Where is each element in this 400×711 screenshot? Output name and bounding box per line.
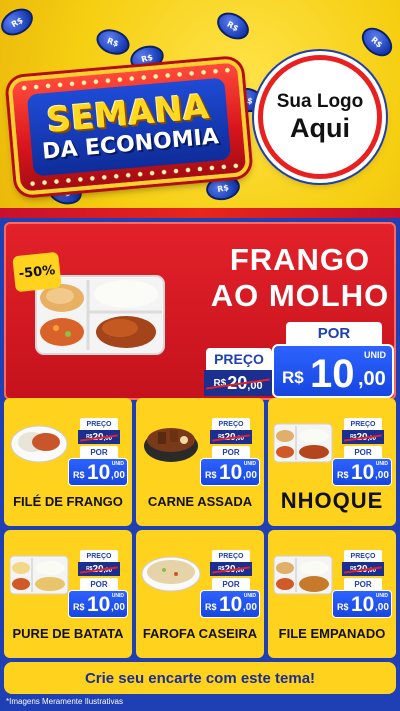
logo-text-line2: Aqui bbox=[290, 113, 350, 143]
product-card[interactable]: PREÇOR$20,00 POR R$10,00 UNID NHOQUE bbox=[268, 398, 396, 526]
product-card[interactable]: PREÇOR$20,00 POR R$10,00 UNID FAROFA CASEIRA bbox=[136, 530, 264, 658]
cta-button[interactable]: Crie seu encarte com este tema! bbox=[4, 662, 396, 694]
preco-label: PREÇO bbox=[206, 348, 272, 370]
new-price-currency: R$ bbox=[205, 602, 217, 612]
title-panel: SEMANA DA ECONOMIA bbox=[26, 77, 232, 177]
unit-label: UNID bbox=[375, 461, 388, 467]
discount-badge: -50% bbox=[12, 251, 62, 293]
coin-icon: R$ bbox=[356, 21, 398, 63]
new-price: R$ 10,00 UNID bbox=[332, 458, 392, 486]
title-marquee: SEMANA DA ECONOMIA bbox=[7, 58, 251, 196]
new-price-decimal: ,00 bbox=[375, 602, 389, 613]
new-price-currency: R$ bbox=[337, 470, 349, 480]
por-label: POR bbox=[80, 578, 118, 590]
new-price-currency: R$ bbox=[282, 368, 304, 387]
new-price-integer: 10 bbox=[351, 461, 375, 484]
unit-label: UNID bbox=[111, 593, 124, 599]
new-price-currency: R$ bbox=[337, 602, 349, 612]
logo-text-line1: Sua Logo bbox=[276, 91, 364, 112]
coin-icon: R$ bbox=[212, 7, 254, 45]
product-card[interactable]: PREÇOR$20,00 POR R$10,00 UNID FILÉ DE FRANGO bbox=[4, 398, 132, 526]
new-price: R$ 10,00 UNID bbox=[68, 590, 128, 618]
por-label: POR bbox=[212, 446, 250, 458]
product-card[interactable]: PREÇOR$20,00 POR R$10,00 UNID CARNE ASSADA bbox=[136, 398, 264, 526]
new-price-integer: 10 bbox=[87, 461, 111, 484]
new-price-decimal: ,00 bbox=[111, 470, 125, 481]
preco-label: PREÇO bbox=[344, 550, 382, 562]
preco-label: PREÇO bbox=[80, 418, 118, 430]
new-price-integer: 10 bbox=[310, 352, 355, 396]
product-name: CARNE ASSADA bbox=[147, 494, 253, 509]
old-price: R$20,00 bbox=[342, 562, 384, 576]
new-price-decimal: ,00 bbox=[243, 470, 257, 481]
food-image-icon bbox=[141, 556, 201, 592]
featured-name-line2: AO MOLHO bbox=[210, 278, 390, 313]
unit-label: UNID bbox=[375, 593, 388, 599]
food-image-icon bbox=[144, 428, 198, 462]
old-price: R$ 20 ,00 bbox=[204, 370, 272, 396]
new-price-integer: 10 bbox=[219, 461, 243, 484]
new-price-currency: R$ bbox=[205, 470, 217, 480]
disclaimer: *Imagens Meramente Ilustrativas bbox=[6, 697, 123, 706]
product-name: FILÉ DE FRANGO bbox=[13, 494, 123, 509]
old-price: R$20,00 bbox=[78, 562, 120, 576]
unit-label: UNID bbox=[243, 461, 256, 467]
new-price: R$ 10,00 UNID bbox=[332, 590, 392, 618]
food-image-icon bbox=[273, 423, 333, 463]
product-name: PURE DE BATATA bbox=[12, 626, 124, 641]
old-price: R$20,00 bbox=[210, 430, 252, 444]
featured-product-name: FRANGO AO MOLHO bbox=[202, 242, 398, 314]
new-price-decimal: ,00 bbox=[358, 368, 386, 390]
new-price: R$ 10 ,00 UNID bbox=[272, 344, 394, 398]
featured-name-line1: FRANGO bbox=[229, 242, 371, 277]
offers-section: -50% FRANGO AO MOLHO POR PREÇO R$ 20 ,00 bbox=[0, 208, 400, 711]
food-image-icon bbox=[273, 555, 333, 595]
new-price: R$ 10,00 UNID bbox=[68, 458, 128, 486]
product-name: NHOQUE bbox=[280, 488, 384, 513]
new-price-decimal: ,00 bbox=[111, 602, 125, 613]
new-price: R$ 10,00 UNID bbox=[200, 590, 260, 618]
featured-offer[interactable]: -50% FRANGO AO MOLHO POR PREÇO R$ 20 ,00 bbox=[4, 222, 396, 400]
logo-placeholder[interactable]: Sua Logo Aqui bbox=[258, 55, 382, 179]
food-image-icon bbox=[9, 555, 69, 595]
header-banner: R$ R$ R$ R$ R$ R$ R$ R$ SEMANA DA ECONOM… bbox=[0, 0, 400, 208]
red-divider bbox=[0, 208, 400, 218]
food-image-icon bbox=[10, 425, 68, 463]
por-label: POR bbox=[344, 446, 382, 458]
preco-label: PREÇO bbox=[212, 550, 250, 562]
por-label: POR bbox=[80, 446, 118, 458]
new-price-currency: R$ bbox=[73, 602, 85, 612]
new-price-currency: R$ bbox=[73, 470, 85, 480]
preco-label: PREÇO bbox=[344, 418, 382, 430]
unit-label: UNID bbox=[243, 593, 256, 599]
new-price-integer: 10 bbox=[351, 593, 375, 616]
old-price: R$20,00 bbox=[78, 430, 120, 444]
new-price-decimal: ,00 bbox=[243, 602, 257, 613]
old-price: R$20,00 bbox=[210, 562, 252, 576]
por-label: POR bbox=[286, 322, 382, 344]
new-price-integer: 10 bbox=[219, 593, 243, 616]
coin-icon: R$ bbox=[0, 3, 38, 41]
product-card[interactable]: PREÇOR$20,00 POR R$10,00 UNID FILE EMPANADO bbox=[268, 530, 396, 658]
product-card[interactable]: PREÇOR$20,00 POR R$10,00 UNID PURE DE BATATA bbox=[4, 530, 132, 658]
por-label: POR bbox=[344, 578, 382, 590]
new-price-integer: 10 bbox=[87, 593, 111, 616]
new-price-decimal: ,00 bbox=[375, 470, 389, 481]
preco-label: PREÇO bbox=[212, 418, 250, 430]
unit-label: UNID bbox=[364, 350, 386, 360]
por-label: POR bbox=[212, 578, 250, 590]
unit-label: UNID bbox=[111, 461, 124, 467]
old-price: R$20,00 bbox=[342, 430, 384, 444]
product-name: FILE EMPANADO bbox=[278, 626, 386, 641]
coin-icon: R$ bbox=[92, 24, 134, 60]
new-price: R$ 10,00 UNID bbox=[200, 458, 260, 486]
preco-label: PREÇO bbox=[80, 550, 118, 562]
product-name: FAROFA CASEIRA bbox=[142, 626, 258, 641]
